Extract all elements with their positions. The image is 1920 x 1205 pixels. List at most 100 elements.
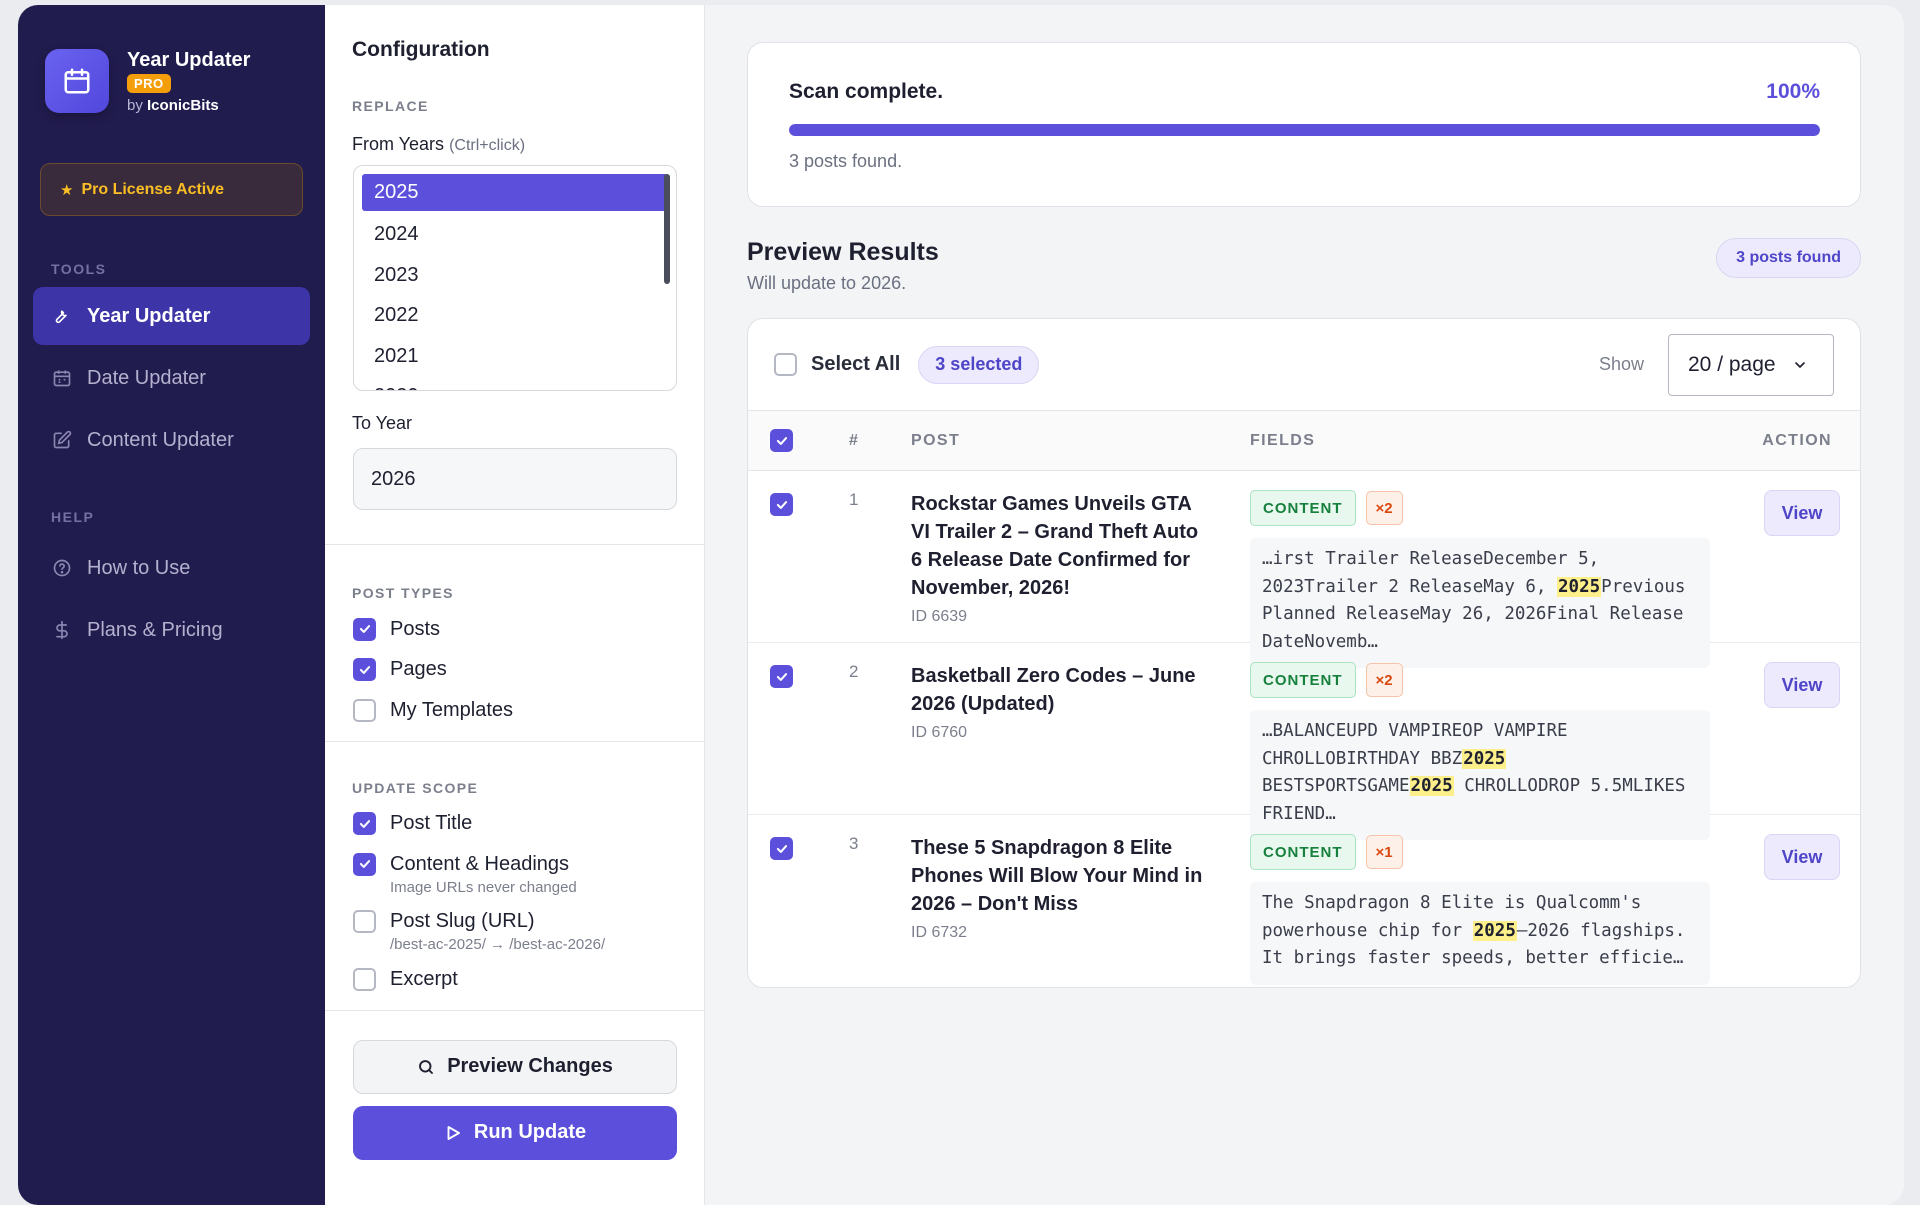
- sidebar-item-how-to-use[interactable]: How to Use: [33, 539, 310, 597]
- snippet-text: …BALANCEUPD VAMPIREOP VAMPIRE CHROLLOBIR…: [1262, 721, 1568, 769]
- column-header-action: ACTION: [1762, 431, 1832, 449]
- sidebar-item-plans-pricing[interactable]: Plans & Pricing: [33, 601, 310, 659]
- view-button[interactable]: View: [1764, 490, 1840, 536]
- year-option-2025[interactable]: 2025: [362, 174, 668, 211]
- vendor-name: IconicBits: [147, 97, 219, 114]
- preview-subtitle: Will update to 2026.: [747, 273, 907, 293]
- scan-found-text: 3 posts found.: [789, 151, 903, 171]
- match-count-badge: ×2: [1365, 491, 1403, 525]
- post-type-my-templates[interactable]: My Templates: [325, 690, 704, 731]
- scan-status: Scan complete.: [789, 80, 944, 103]
- post-title: Rockstar Games Unveils GTA VI Trailer 2 …: [911, 493, 1199, 599]
- main-content: Scan complete. 100% 3 posts found. Previ…: [705, 5, 1904, 1205]
- matched-year-highlight: 2025: [1557, 576, 1602, 597]
- post-title: Basketball Zero Codes – June 2026 (Updat…: [911, 665, 1196, 715]
- header-checkbox-checked[interactable]: [770, 429, 793, 452]
- search-icon: [417, 1058, 435, 1076]
- year-option-2023[interactable]: 2023: [362, 255, 668, 296]
- from-years-label-text: From Years: [352, 134, 445, 154]
- post-id: ID 6760: [911, 724, 968, 741]
- row-number: 3: [849, 834, 859, 853]
- checkbox-unchecked[interactable]: [353, 910, 376, 934]
- from-years-label: From Years (Ctrl+click): [325, 134, 704, 155]
- checkbox-label: Excerpt: [390, 967, 458, 990]
- checkbox-unchecked[interactable]: [353, 967, 376, 991]
- post-types-heading: POST TYPES: [352, 585, 454, 601]
- table-row: 3 These 5 Snapdragon 8 Elite Phones Will…: [748, 815, 1860, 987]
- sidebar-item-label: Content Updater: [87, 428, 234, 451]
- sidebar-item-label: Year Updater: [87, 304, 211, 327]
- listbox-scrollbar[interactable]: [664, 174, 670, 284]
- row-number: 1: [849, 490, 859, 509]
- configuration-panel: Configuration REPLACE From Years (Ctrl+c…: [325, 5, 705, 1205]
- table-header: # POST FIELDS ACTION: [748, 411, 1860, 471]
- help-heading: HELP: [51, 509, 95, 525]
- post-type-posts[interactable]: Posts: [325, 609, 704, 650]
- checkbox-label: Pages: [390, 658, 447, 681]
- checkbox-checked[interactable]: [353, 852, 376, 876]
- match-count-badge: ×2: [1365, 663, 1403, 697]
- posts-found-badge: 3 posts found: [1716, 238, 1861, 278]
- chevron-down-icon: [1792, 357, 1808, 373]
- run-update-label: Run Update: [473, 1121, 587, 1143]
- help-circle-icon: [51, 557, 73, 579]
- checkbox-checked[interactable]: [353, 617, 376, 641]
- selected-count-badge: 3 selected: [918, 345, 1040, 384]
- post-type-pages[interactable]: Pages: [325, 650, 704, 691]
- view-button[interactable]: View: [1764, 834, 1840, 880]
- results-table: Select All 3 selected Show 20 / page # P…: [747, 318, 1861, 988]
- year-option-2021[interactable]: 2021: [362, 336, 668, 377]
- to-year-input[interactable]: 2026: [353, 448, 677, 510]
- preview-title: Preview Results: [747, 238, 939, 266]
- scope-post-title[interactable]: Post Title: [325, 804, 704, 845]
- content-snippet: …irst Trailer ReleaseDecember 5, 2023Tra…: [1250, 538, 1710, 668]
- scan-status-card: Scan complete. 100% 3 posts found.: [747, 42, 1861, 207]
- sidebar-item-date-updater[interactable]: Date Updater: [33, 349, 310, 407]
- page-size-value: 20 / page: [1688, 352, 1776, 376]
- row-checkbox-checked[interactable]: [770, 665, 793, 688]
- table-row: 1 Rockstar Games Unveils GTA VI Trailer …: [748, 471, 1860, 668]
- scope-excerpt[interactable]: Excerpt: [325, 959, 704, 1000]
- preview-changes-button[interactable]: Preview Changes: [353, 1039, 677, 1094]
- sidebar: Year Updater PRO by IconicBits ★ Pro Lic…: [18, 5, 325, 1205]
- divider: [325, 1009, 704, 1011]
- select-all-label[interactable]: Select All: [811, 353, 900, 376]
- sidebar-item-year-updater[interactable]: Year Updater: [33, 287, 310, 345]
- sidebar-item-content-updater[interactable]: Content Updater: [33, 411, 310, 469]
- content-snippet: The Snapdragon 8 Elite is Qualcomm's pow…: [1250, 882, 1710, 985]
- checkbox-label: Post Title: [390, 812, 473, 835]
- table-row: 2 Basketball Zero Codes – June 2026 (Upd…: [748, 643, 1860, 840]
- view-button[interactable]: View: [1764, 662, 1840, 708]
- run-update-button[interactable]: Run Update: [353, 1105, 677, 1160]
- app-title: Year Updater: [127, 49, 251, 71]
- row-checkbox-checked[interactable]: [770, 493, 793, 516]
- scan-progress-bar: [789, 124, 1820, 136]
- field-tag-content: CONTENT: [1250, 834, 1356, 870]
- select-all-checkbox[interactable]: [774, 353, 797, 376]
- matched-year-highlight: 2025: [1472, 920, 1517, 941]
- star-icon: ★: [60, 181, 74, 199]
- year-option-2022[interactable]: 2022: [362, 295, 668, 336]
- checkbox-checked[interactable]: [353, 812, 376, 836]
- checkbox-label: Post Slug (URL): [390, 910, 535, 933]
- scan-progress-fill: [789, 124, 1820, 136]
- license-status[interactable]: ★ Pro License Active: [40, 163, 303, 216]
- checkbox-checked[interactable]: [353, 658, 376, 682]
- to-year-label: To Year: [352, 413, 413, 433]
- year-option-2024[interactable]: 2024: [362, 214, 668, 255]
- from-years-listbox[interactable]: 2025 2024 2023 2022 2021 2020: [353, 165, 677, 391]
- year-option-2020[interactable]: 2020: [362, 376, 668, 390]
- preview-changes-label: Preview Changes: [447, 1055, 613, 1077]
- matched-year-highlight: 2025: [1462, 748, 1507, 769]
- from-years-hint: (Ctrl+click): [449, 137, 526, 154]
- page-size-select[interactable]: 20 / page: [1668, 333, 1834, 396]
- snippet-text: …irst Trailer ReleaseDecember 5, 2023Tra…: [1262, 549, 1600, 597]
- divider: [325, 544, 704, 545]
- row-checkbox-checked[interactable]: [770, 837, 793, 860]
- checkbox-label: My Templates: [390, 698, 514, 721]
- tools-heading: TOOLS: [51, 261, 107, 277]
- results-toolbar: Select All 3 selected Show 20 / page: [748, 319, 1860, 411]
- row-number: 2: [849, 662, 859, 681]
- checkbox-unchecked[interactable]: [353, 698, 376, 722]
- post-title: These 5 Snapdragon 8 Elite Phones Will B…: [911, 837, 1203, 915]
